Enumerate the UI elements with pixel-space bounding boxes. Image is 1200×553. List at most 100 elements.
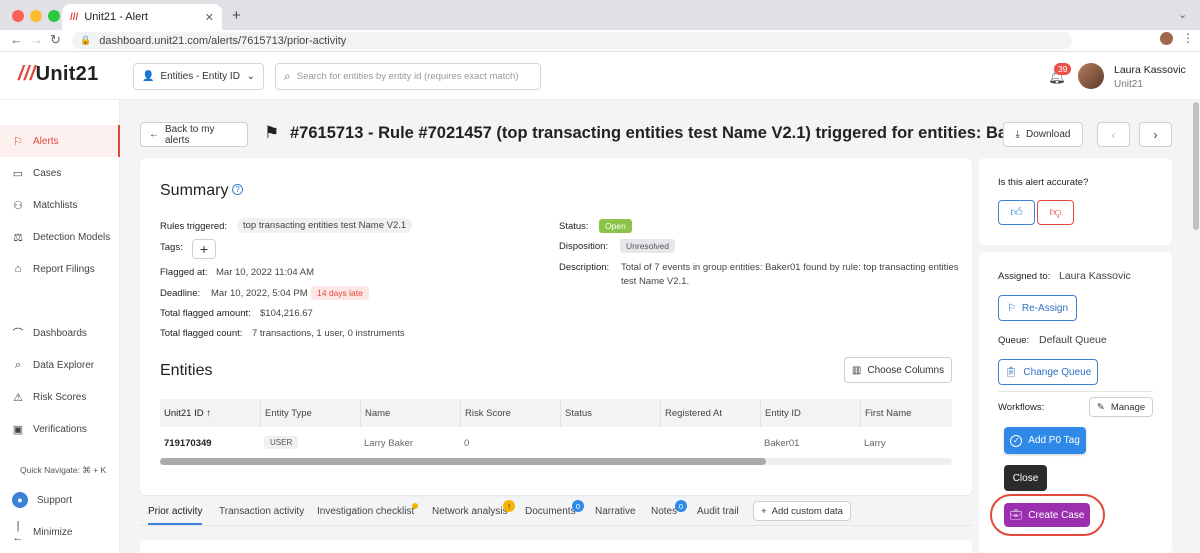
column-header-entity-type[interactable]: Entity Type: [260, 399, 360, 427]
url-field[interactable]: 🔒 dashboard.unit21.com/alerts/7615713/pr…: [72, 32, 1072, 49]
tab-content-card: [140, 540, 972, 553]
amount-value: $104,216.67: [260, 308, 313, 319]
flagged-at-label: Flagged at:: [160, 267, 208, 278]
sidebar-item-report-filings[interactable]: ⌂ Report Filings: [0, 253, 120, 285]
reassign-button[interactable]: ⚐ Re-Assign: [998, 295, 1077, 321]
sidebar-item-label: Risk Scores: [33, 391, 87, 403]
close-alert-button[interactable]: Close: [1004, 465, 1047, 491]
download-icon: ⤓: [1015, 129, 1020, 140]
back-arrow-icon[interactable]: ←: [10, 32, 23, 47]
download-label: Download: [1025, 129, 1071, 140]
sidebar-item-matchlists[interactable]: ⚇ Matchlists: [0, 189, 120, 221]
entity-type-selector[interactable]: 👤 Entities - Entity ID ⌄: [133, 63, 264, 90]
sidebar-item-label: Alerts: [33, 135, 59, 147]
previous-alert-button[interactable]: ‹: [1097, 122, 1130, 147]
thumbs-down-button[interactable]: 👎︎: [1037, 200, 1074, 225]
tab-narrative[interactable]: Narrative: [595, 506, 636, 517]
create-case-button[interactable]: 💼︎ Create Case: [1004, 503, 1090, 527]
sidebar-item-label: Dashboards: [33, 327, 87, 339]
add-p0-tag-button[interactable]: ✓ Add P0 Tag: [1004, 427, 1086, 454]
entity-search-input[interactable]: ⌕ Search for entities by entity id (requ…: [275, 63, 541, 90]
chevron-down-icon: ⌄: [246, 71, 255, 82]
plus-icon: +: [761, 505, 767, 517]
kebab-menu-icon[interactable]: ⋮: [1182, 31, 1194, 45]
sidebar-item-data-explorer[interactable]: ⌕ Data Explorer: [0, 349, 120, 381]
column-header-unit21-id[interactable]: Unit21 ID ↑: [160, 399, 260, 427]
divider: [998, 391, 1153, 392]
tab-prior-activity[interactable]: Prior activity: [148, 506, 203, 525]
close-tab-icon[interactable]: ✕: [205, 11, 214, 24]
next-alert-button[interactable]: ›: [1139, 122, 1172, 147]
page-scrollbar-thumb[interactable]: [1193, 102, 1199, 230]
sidebar-item-detection-models[interactable]: ⚖ Detection Models: [0, 221, 120, 253]
sidebar-item-verifications[interactable]: ▣ Verifications: [0, 413, 120, 445]
back-to-alerts-button[interactable]: ← Back to my alerts: [140, 122, 248, 147]
sidebar-item-alerts[interactable]: ⚐ Alerts: [0, 125, 120, 157]
thumbs-up-button[interactable]: 👍︎: [998, 200, 1035, 225]
column-header-registered-at[interactable]: Registered At: [660, 399, 760, 427]
flag-icon: ⚑: [264, 123, 280, 142]
support-label: Support: [37, 494, 73, 506]
browser-tab[interactable]: /// Unit21 - Alert ✕: [62, 4, 222, 30]
search-placeholder: Search for entities by entity id (requir…: [296, 71, 519, 82]
user-icon: 👤: [142, 71, 155, 82]
sidebar-support[interactable]: ● Support: [0, 484, 120, 516]
tab-transaction-activity[interactable]: Transaction activity: [219, 506, 304, 517]
cell-name: Larry Baker: [364, 438, 414, 449]
tab-network-analysis[interactable]: Network analysis: [432, 506, 508, 517]
column-header-entity-id[interactable]: Entity ID: [760, 399, 860, 427]
change-queue-label: Change Queue: [1023, 366, 1092, 378]
favicon-icon: ///: [70, 11, 79, 23]
column-header-status[interactable]: Status: [560, 399, 660, 427]
flag-icon: ⚐: [13, 135, 23, 148]
forward-arrow-icon[interactable]: →: [30, 32, 43, 47]
lock-icon: 🔒: [80, 35, 92, 45]
count-label: Total flagged count:: [160, 328, 243, 339]
search-doc-icon: ⌕: [14, 358, 22, 371]
column-header-risk-score[interactable]: Risk Score: [460, 399, 560, 427]
manage-label: Manage: [1110, 401, 1146, 413]
table-scrollbar-thumb[interactable]: [160, 458, 766, 465]
profile-icon[interactable]: [1160, 32, 1173, 45]
maximize-window-icon[interactable]: [48, 10, 60, 22]
minimize-window-icon[interactable]: [30, 10, 42, 22]
close-window-icon[interactable]: [12, 10, 24, 22]
new-tab-icon[interactable]: +: [232, 7, 241, 24]
choose-columns-button[interactable]: ▥ Choose Columns: [844, 357, 952, 383]
sidebar-item-cases[interactable]: ▭ Cases: [0, 157, 120, 189]
assigned-value: Laura Kassovic: [1059, 270, 1131, 282]
notification-badge: 39: [1054, 63, 1072, 75]
download-button[interactable]: ⤓ Download: [1003, 122, 1083, 147]
chevron-down-icon[interactable]: ⌄: [1178, 8, 1187, 21]
tab-notes[interactable]: Notes: [651, 506, 677, 517]
quick-navigate-hint: Quick Navigate: ⌘ + K: [20, 465, 107, 475]
tab-investigation-checklist[interactable]: Investigation checklist: [317, 506, 414, 517]
amount-label: Total flagged amount:: [160, 308, 251, 319]
help-icon[interactable]: ?: [232, 184, 243, 195]
sidebar-item-dashboards[interactable]: ⌒ Dashboards: [0, 317, 120, 349]
notes-count-badge: 0: [675, 500, 687, 512]
tab-documents[interactable]: Documents: [525, 506, 576, 517]
sidebar-item-label: Cases: [33, 167, 62, 179]
add-tag-label: Add P0 Tag: [1028, 435, 1080, 446]
sidebar-item-risk-scores[interactable]: ⚠ Risk Scores: [0, 381, 120, 413]
scale-icon: ⚖: [13, 231, 23, 244]
manage-workflows-button[interactable]: ✎ Manage: [1089, 397, 1153, 417]
status-label: Status:: [559, 221, 589, 232]
cell-unit21-id[interactable]: 719170349: [164, 438, 212, 449]
reload-icon[interactable]: ↻: [50, 32, 61, 48]
column-header-first-name[interactable]: First Name: [860, 399, 952, 427]
rule-chip[interactable]: top transacting entities test Name V2.1: [237, 218, 413, 233]
avatar[interactable]: [1078, 63, 1104, 89]
add-custom-data-button[interactable]: + Add custom data: [753, 501, 851, 521]
change-queue-button[interactable]: 📋︎ Change Queue: [998, 359, 1098, 385]
unit21-logo[interactable]: ///Unit21: [18, 63, 99, 86]
column-header-name[interactable]: Name: [360, 399, 460, 427]
add-tag-button[interactable]: +: [192, 239, 216, 259]
tags-label: Tags:: [160, 242, 183, 253]
sidebar-item-label: Matchlists: [33, 199, 78, 211]
sidebar-minimize[interactable]: |← Minimize: [0, 516, 120, 548]
tab-audit-trail[interactable]: Audit trail: [697, 506, 739, 517]
status-badge: Open: [599, 219, 632, 233]
cell-entity-type: USER: [264, 436, 299, 449]
